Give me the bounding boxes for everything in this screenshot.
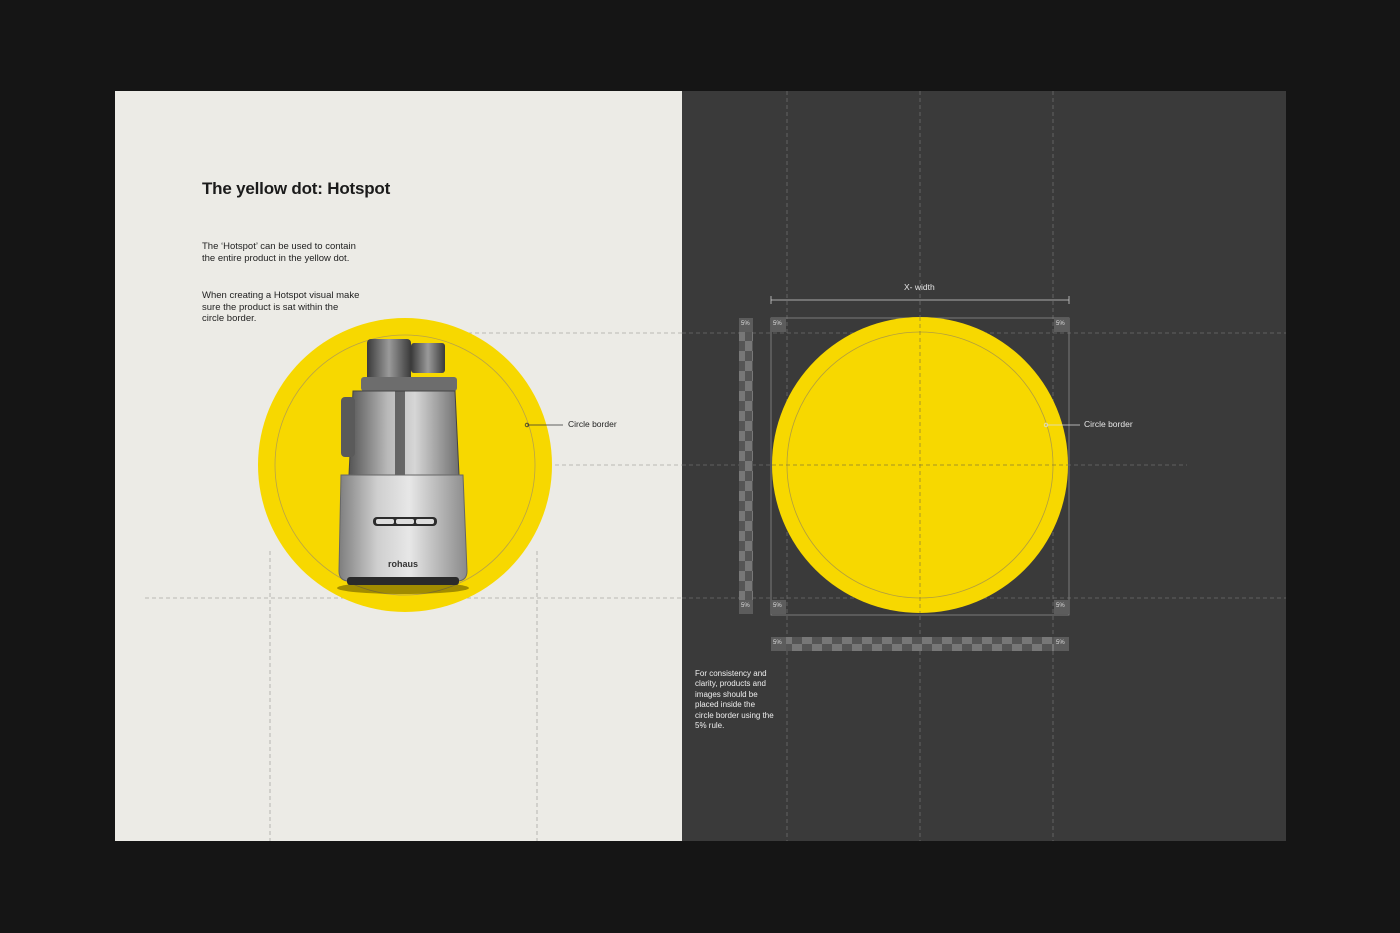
margin-tag: 5% (773, 321, 782, 327)
page-title: The yellow dot: Hotspot (202, 179, 391, 198)
margin-tag: 5% (1056, 640, 1065, 646)
instruction-paragraph: When creating a Hotspot visual make sure… (202, 290, 360, 324)
rule-note: For consistency and clarity, products an… (695, 669, 774, 731)
food-processor-image (337, 339, 469, 594)
product-brand-logo: rohaus (388, 559, 419, 569)
intro-paragraph: The ‘Hotspot’ can be used to contain the… (202, 241, 356, 264)
right-page: X- width Circle border 5% 5% 5% 5% 5% 5%… (682, 91, 1286, 841)
margin-tag: 5% (1056, 321, 1065, 327)
x-width-label: X- width (904, 282, 935, 292)
left-page: rohaus The yellow dot: Hotspot The ‘Hots… (115, 91, 682, 841)
margin-tag: 5% (773, 603, 782, 609)
margin-tag: 5% (773, 640, 782, 646)
margin-tag: 5% (741, 321, 750, 327)
circle-border-callout-left: Circle border (568, 419, 617, 429)
margin-tag: 5% (1056, 603, 1065, 609)
margin-tag: 5% (741, 603, 750, 609)
brand-guideline-spread: rohaus The yellow dot: Hotspot The ‘Hots… (115, 91, 1286, 841)
circle-border-callout-right: Circle border (1084, 419, 1133, 429)
vertical-margin-ruler (739, 332, 753, 600)
